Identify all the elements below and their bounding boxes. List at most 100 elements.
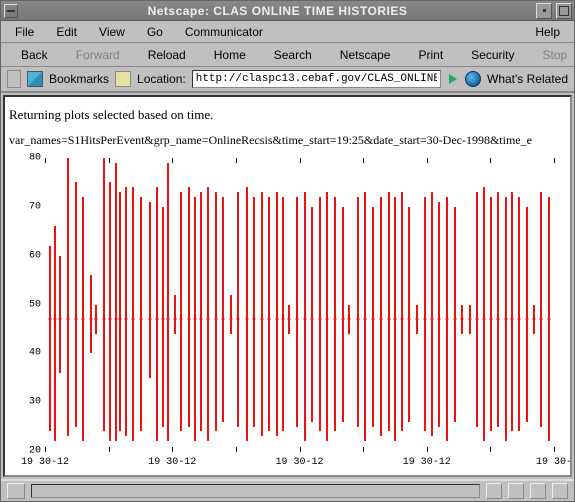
security-button[interactable]: Security bbox=[459, 46, 526, 64]
x-tick-label: 19 30-12 bbox=[275, 457, 323, 468]
error-bar bbox=[119, 192, 121, 431]
error-bar bbox=[59, 256, 61, 373]
maximize-button[interactable] bbox=[556, 3, 572, 19]
error-bar bbox=[311, 207, 313, 422]
error-bar bbox=[54, 226, 56, 441]
forward-button[interactable]: Forward bbox=[64, 46, 132, 64]
data-point bbox=[438, 318, 441, 321]
ticks-bottom bbox=[45, 447, 554, 453]
security-lock-icon[interactable] bbox=[7, 483, 25, 499]
data-point bbox=[282, 318, 285, 321]
data-point bbox=[497, 318, 500, 321]
x-tick-label: 19 30-12 bbox=[403, 457, 451, 468]
stop-button[interactable]: Stop bbox=[531, 46, 575, 64]
y-tick-label: 60 bbox=[29, 250, 41, 261]
axis-tick bbox=[363, 447, 364, 452]
data-point bbox=[348, 318, 351, 321]
menu-file[interactable]: File bbox=[5, 23, 44, 41]
data-point bbox=[371, 318, 374, 321]
search-button[interactable]: Search bbox=[262, 46, 324, 64]
error-bar bbox=[246, 187, 248, 441]
data-point bbox=[214, 318, 217, 321]
data-point bbox=[109, 318, 112, 321]
component-icon-3[interactable] bbox=[530, 483, 546, 499]
data-point bbox=[131, 318, 134, 321]
error-bar bbox=[431, 192, 433, 436]
error-bar bbox=[276, 192, 278, 436]
error-bar bbox=[222, 197, 224, 422]
data-point bbox=[489, 318, 492, 321]
reload-button[interactable]: Reload bbox=[136, 46, 198, 64]
minimize-button[interactable] bbox=[536, 3, 552, 19]
personal-toolbar-handle[interactable] bbox=[7, 70, 21, 88]
data-point bbox=[525, 318, 528, 321]
data-point bbox=[229, 318, 232, 321]
data-point bbox=[139, 318, 142, 321]
menu-communicator[interactable]: Communicator bbox=[175, 23, 273, 41]
data-point bbox=[547, 318, 550, 321]
data-point bbox=[199, 318, 202, 321]
data-point bbox=[387, 318, 390, 321]
error-bar bbox=[454, 207, 456, 422]
location-label: Location: bbox=[137, 72, 186, 86]
error-bar bbox=[149, 202, 151, 378]
data-point bbox=[310, 318, 313, 321]
error-bar bbox=[497, 192, 499, 426]
component-icon-1[interactable] bbox=[486, 483, 502, 499]
data-point bbox=[167, 318, 170, 321]
data-point bbox=[461, 318, 464, 321]
window-menu-button[interactable] bbox=[4, 4, 18, 18]
data-point bbox=[74, 318, 77, 321]
menu-go[interactable]: Go bbox=[137, 23, 173, 41]
component-icon-2[interactable] bbox=[508, 483, 524, 499]
y-tick-label: 50 bbox=[29, 299, 41, 310]
error-bar bbox=[90, 275, 92, 353]
netscape-button[interactable]: Netscape bbox=[328, 46, 403, 64]
error-bar bbox=[75, 182, 77, 426]
go-button-icon[interactable] bbox=[449, 74, 457, 84]
error-bar bbox=[483, 187, 485, 441]
data-point bbox=[187, 318, 190, 321]
menu-help[interactable]: Help bbox=[525, 23, 570, 41]
error-bar bbox=[140, 197, 142, 431]
menu-edit[interactable]: Edit bbox=[46, 23, 87, 41]
data-point bbox=[267, 318, 270, 321]
error-bar bbox=[207, 187, 209, 441]
url-input[interactable] bbox=[192, 70, 441, 88]
error-bar bbox=[49, 246, 51, 432]
axis-tick bbox=[109, 447, 110, 452]
data-point bbox=[454, 318, 457, 321]
x-tick-label: 19 30-12 bbox=[148, 457, 196, 468]
bookmarks-label[interactable]: Bookmarks bbox=[49, 72, 109, 86]
menu-view[interactable]: View bbox=[89, 23, 135, 41]
data-point bbox=[252, 318, 255, 321]
data-point bbox=[194, 318, 197, 321]
error-bar bbox=[230, 295, 232, 334]
data-point bbox=[325, 318, 328, 321]
data-point bbox=[237, 318, 240, 321]
bookmarks-icon[interactable] bbox=[27, 71, 43, 87]
error-bar bbox=[438, 202, 440, 427]
home-button[interactable]: Home bbox=[202, 46, 258, 64]
location-toolbar: Bookmarks Location: What's Related bbox=[1, 67, 574, 93]
data-point bbox=[511, 318, 514, 321]
whats-related-label[interactable]: What's Related bbox=[487, 72, 568, 86]
y-axis-labels: 20304050607080 bbox=[17, 158, 43, 451]
error-bar bbox=[401, 192, 403, 431]
data-point bbox=[401, 318, 404, 321]
data-point bbox=[180, 318, 183, 321]
back-button[interactable]: Back bbox=[9, 46, 60, 64]
query-string: var_names=S1HitsPerEvent&grp_name=Online… bbox=[9, 133, 566, 148]
status-text: Returning plots selected based on time. bbox=[9, 107, 566, 123]
statusbar bbox=[1, 479, 574, 501]
component-icon-4[interactable] bbox=[552, 483, 568, 499]
data-point bbox=[206, 318, 209, 321]
print-button[interactable]: Print bbox=[406, 46, 455, 64]
navigation-toolbar: Back Forward Reload Home Search Netscape… bbox=[1, 43, 574, 67]
axis-tick bbox=[554, 447, 555, 452]
page-proxy-icon[interactable] bbox=[115, 71, 131, 87]
error-bar bbox=[215, 192, 217, 431]
y-tick-label: 70 bbox=[29, 201, 41, 212]
data-bars bbox=[45, 158, 554, 453]
time-history-chart: 20304050607080 19 30-1219 30-1219 30-121… bbox=[17, 158, 554, 473]
